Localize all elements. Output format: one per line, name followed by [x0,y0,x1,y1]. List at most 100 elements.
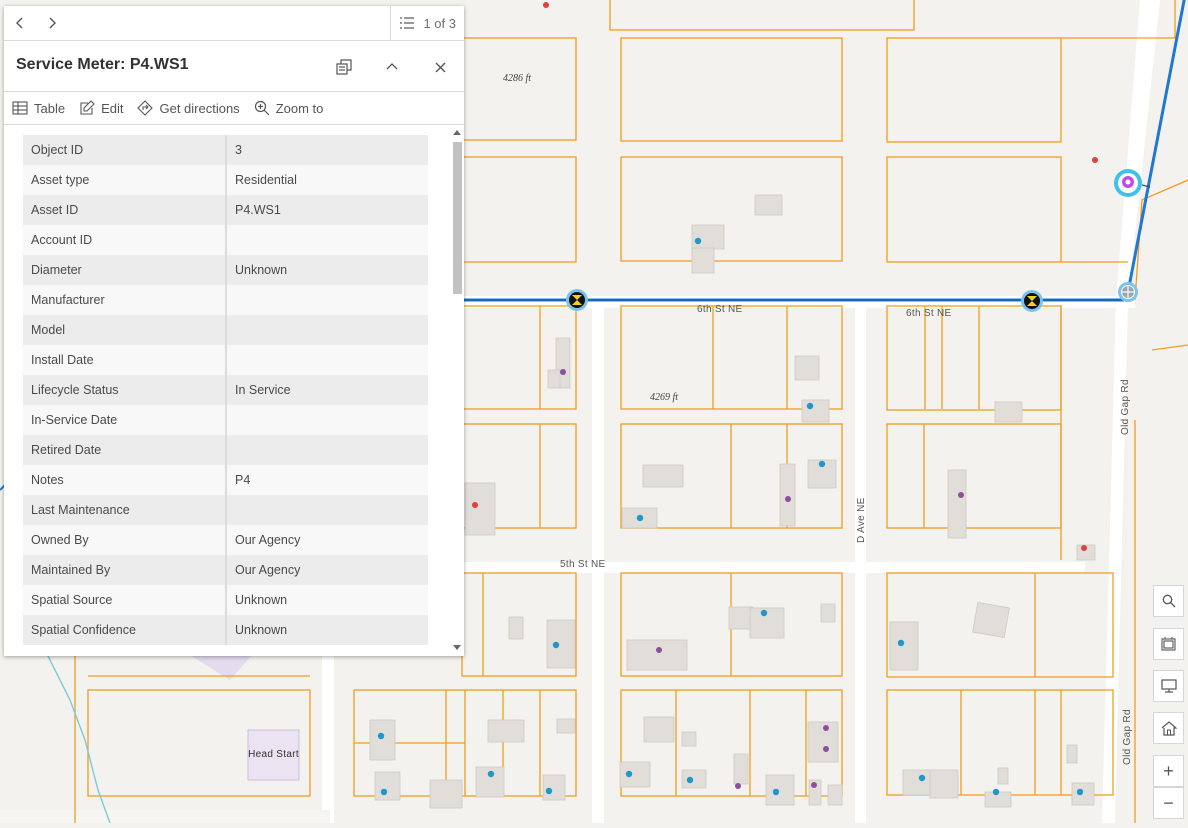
street-label: 6th St NE [697,304,743,315]
table-action[interactable]: Table [12,101,65,116]
attribute-key: Manufacturer [23,285,227,315]
street-label: 6th St NE [906,308,952,319]
attribute-key: Maintained By [23,555,227,585]
attribute-table: Object ID 3 Asset type Residential Asset ID P… [23,135,428,645]
attribute-row: Install Date [23,345,428,375]
attribute-row: Object ID 3 [23,135,428,165]
attribute-row: Notes P4 [23,465,428,495]
attribute-row: Diameter Unknown [23,255,428,285]
close-icon [435,62,445,72]
fitting-icon[interactable] [1118,282,1138,302]
attribute-panel[interactable]: Object ID 3 Asset type Residential Asset ID P… [4,124,464,656]
attribute-value: P4.WS1 [226,195,428,225]
attribute-row: Lifecycle Status In Service [23,375,428,405]
attribute-key: Diameter [23,255,227,285]
attribute-row: Asset type Residential [23,165,428,195]
attribute-key: Spatial Source [23,585,227,615]
attribute-value [226,285,428,315]
popup-title: Service Meter: P4.WS1 [16,56,189,73]
popup-actions: Table Edit Get directions Zoom to [4,92,464,125]
chevron-up-icon [386,63,398,70]
search-icon [1162,594,1175,608]
attribute-key: Asset ID [23,195,227,225]
attribute-key: Asset type [23,165,227,195]
attribute-value: 3 [226,135,428,165]
attribute-value: Unknown [226,255,428,285]
popup-header: Service Meter: P4.WS1 [4,41,464,92]
attribute-row: Owned By Our Agency [23,525,428,555]
action-label: Zoom to [275,100,324,116]
zoom-to-action[interactable]: Zoom to [254,100,324,116]
close-button[interactable] [426,53,454,81]
home-button[interactable] [1153,712,1184,744]
next-feature-button[interactable] [36,6,68,40]
attribute-key: Install Date [23,345,227,375]
edit-action[interactable]: Edit [79,100,123,116]
directions-action[interactable]: Get directions [137,100,240,116]
chevron-left-icon [16,17,23,29]
basemap-icon [1160,637,1176,651]
attribute-value: In Service [226,375,428,405]
attribute-value: Unknown [226,585,428,615]
scroll-down-icon[interactable] [452,644,462,652]
valve-icon[interactable] [566,289,588,311]
edit-icon [80,100,95,115]
street-label: Old Gap Rd [1122,709,1133,765]
fullscreen-button[interactable] [1153,670,1184,702]
attribute-value: Our Agency [226,555,428,585]
attribute-value: Our Agency [226,525,428,555]
attribute-value: Unknown [226,615,428,645]
valve-icon[interactable] [1021,290,1043,312]
attribute-key: Notes [23,465,227,495]
monitor-icon [1160,679,1177,693]
action-label: Table [34,100,66,116]
action-label: Edit [101,100,124,116]
attribute-row: Spatial Confidence Unknown [23,615,428,645]
attribute-row: Spatial Source Unknown [23,585,428,615]
feature-popup: 1 of 3 Service Meter: P4.WS1 Table Edit … [4,6,464,656]
attribute-value [226,225,428,255]
attribute-row: Last Maintenance [23,495,428,525]
street-label: D Ave NE [856,497,867,543]
attribute-row: Asset ID P4.WS1 [23,195,428,225]
attribute-value [226,315,428,345]
attribute-row: Manufacturer [23,285,428,315]
attribute-key: Account ID [23,225,227,255]
attribute-key: Object ID [23,135,227,165]
street-label: 5th St NE [560,559,606,570]
zoom-out-button[interactable]: − [1153,787,1184,819]
table-icon [12,101,28,115]
street-label: Old Gap Rd [1120,379,1131,435]
collapse-button[interactable] [378,53,406,81]
zoom-to-icon [254,100,270,116]
attribute-row: Maintained By Our Agency [23,555,428,585]
scroll-up-icon[interactable] [452,128,462,136]
place-label: Head Start [248,749,299,760]
action-label: Get directions [159,100,240,116]
scroll-thumb[interactable] [453,142,462,294]
attribute-value [226,435,428,465]
feature-list-button[interactable]: 1 of 3 [390,6,464,40]
attribute-value [226,345,428,375]
dock-icon [336,59,352,75]
attribute-value [226,495,428,525]
search-button[interactable] [1153,585,1184,617]
attribute-value: Residential [226,165,428,195]
attribute-key: Lifecycle Status [23,375,227,405]
attribute-key: In-Service Date [23,405,227,435]
list-icon [400,17,415,29]
attribute-key: Spatial Confidence [23,615,227,645]
attribute-key: Owned By [23,525,227,555]
attribute-row: Retired Date [23,435,428,465]
attribute-key: Last Maintenance [23,495,227,525]
attribute-key: Model [23,315,227,345]
attribute-row: Model [23,315,428,345]
popup-nav-bar: 1 of 3 [4,6,464,41]
attribute-value [226,405,428,435]
scrollbar[interactable] [452,128,462,652]
previous-feature-button[interactable] [4,6,36,40]
zoom-in-button[interactable]: + [1153,755,1184,787]
basemap-gallery-button[interactable] [1153,628,1184,660]
dock-button[interactable] [330,53,358,81]
chevron-right-icon [49,17,56,29]
